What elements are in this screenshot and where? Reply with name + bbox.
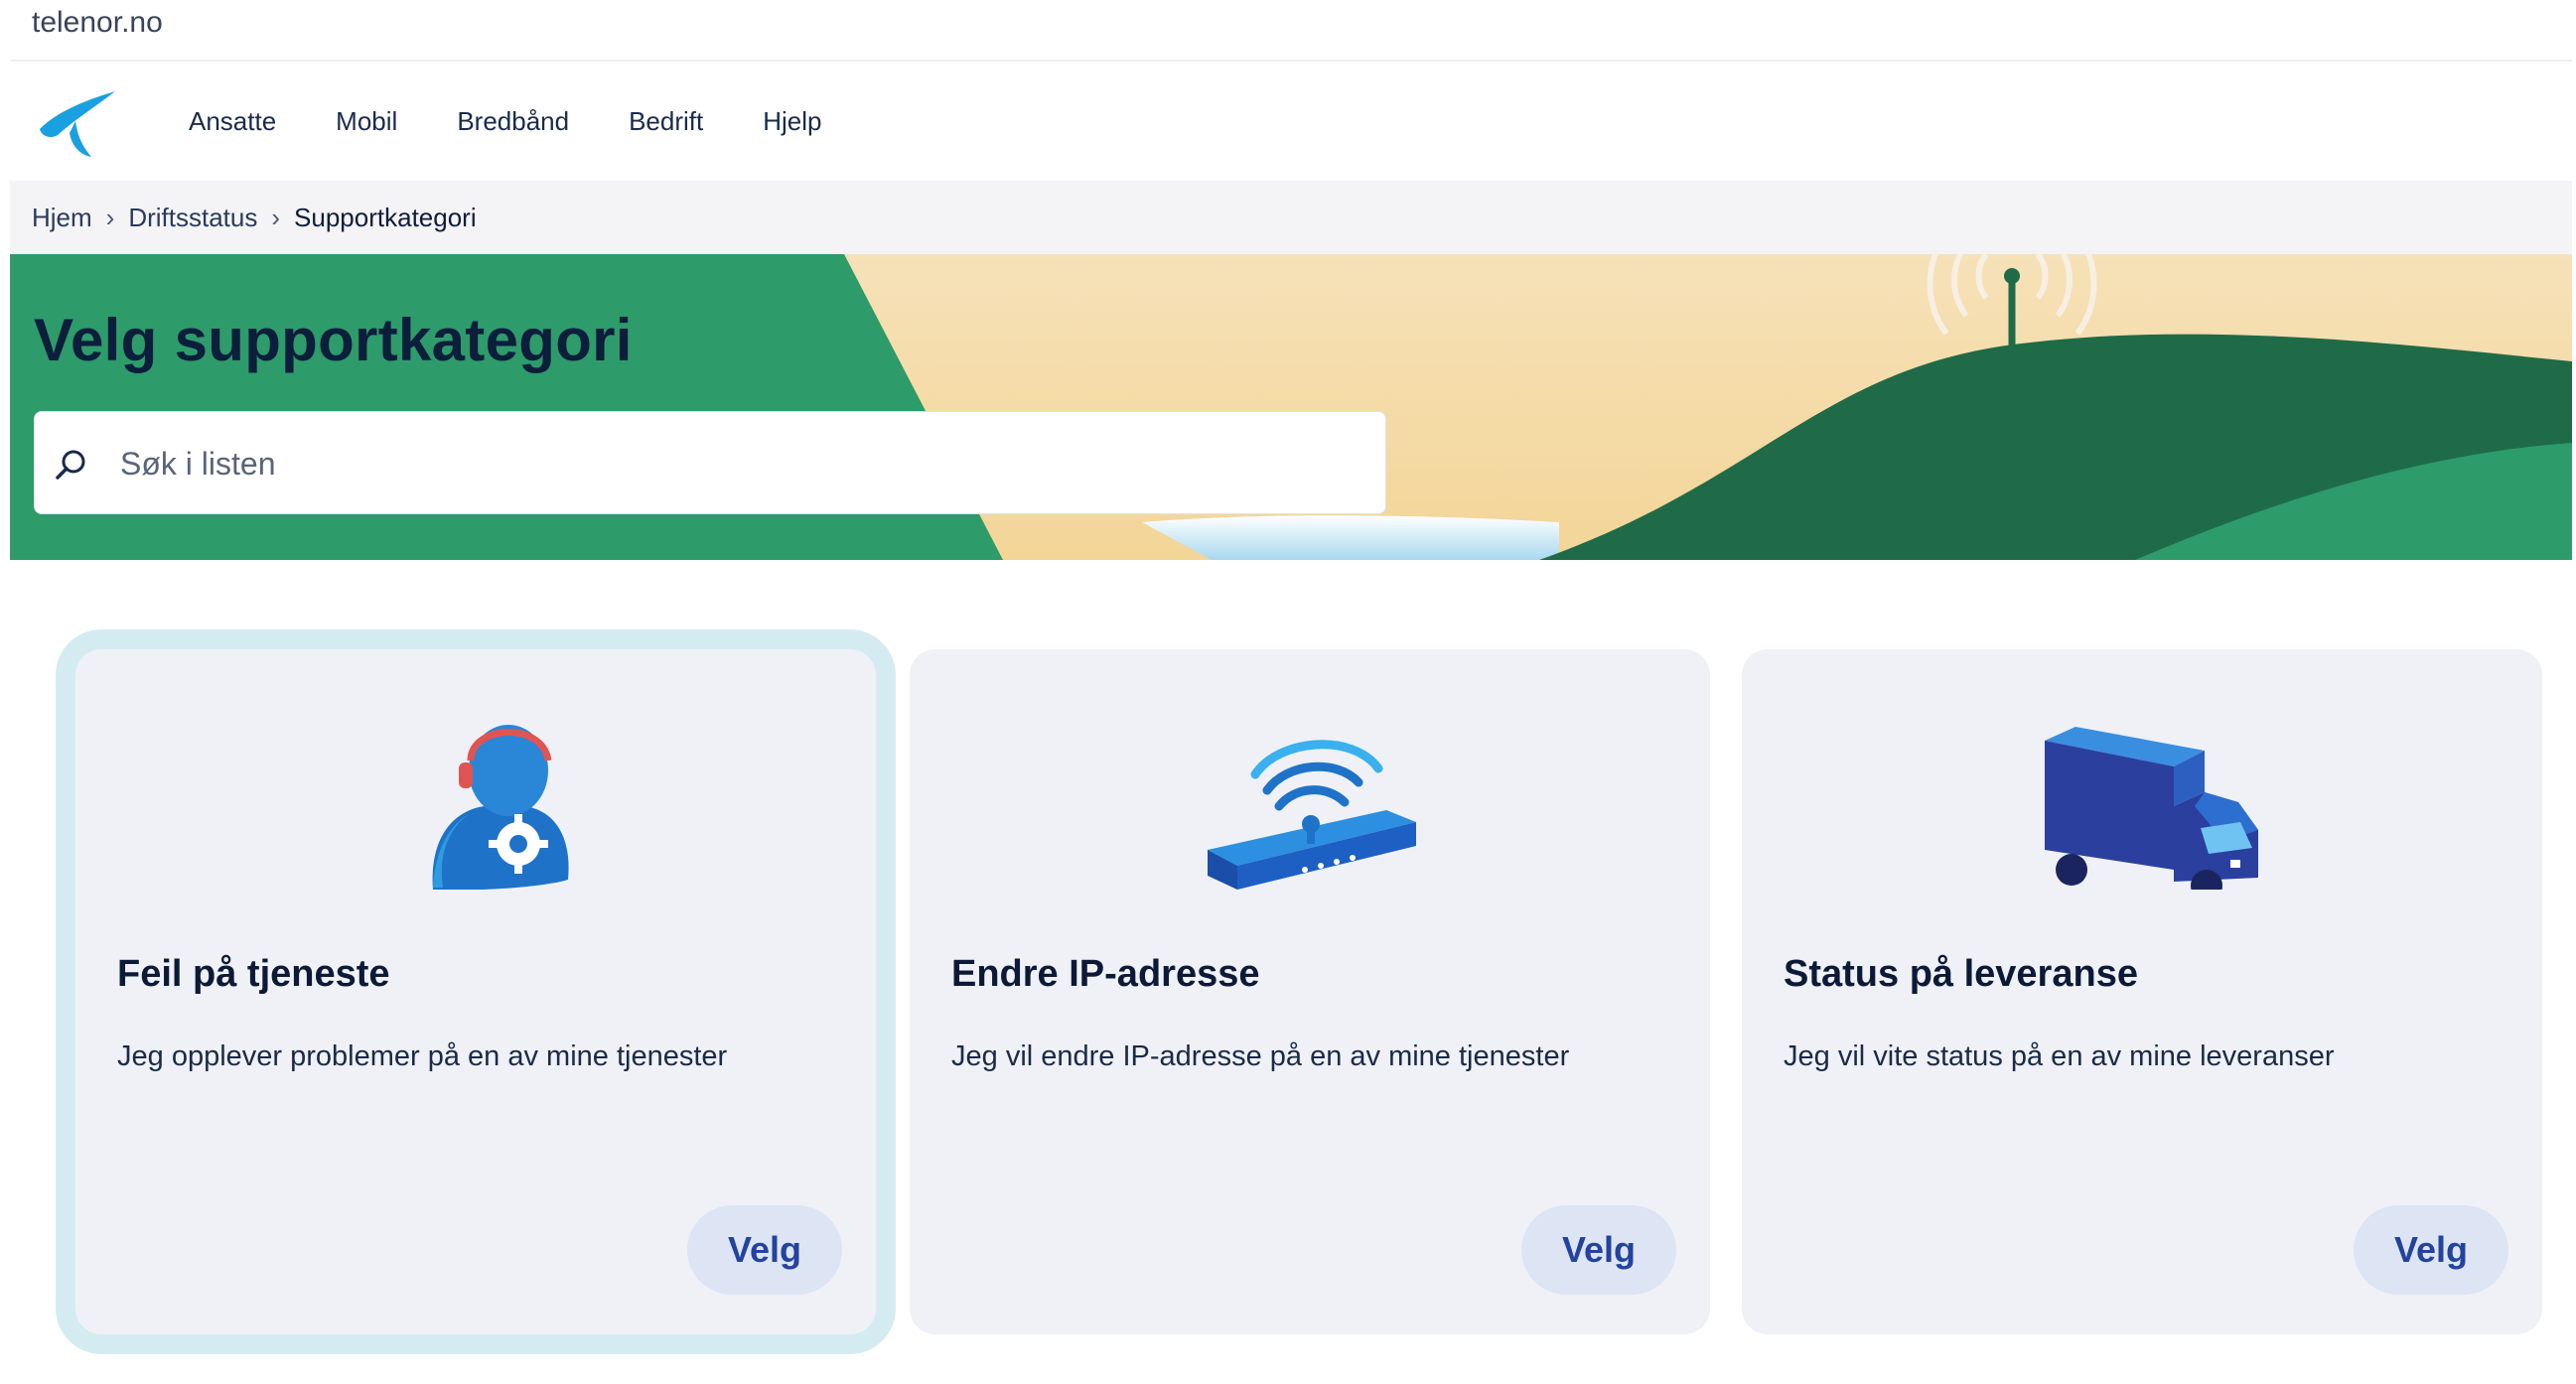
velg-button[interactable]: Velg bbox=[687, 1205, 842, 1295]
address-bar[interactable]: telenor.no bbox=[10, 0, 2572, 62]
nav-item-bredband[interactable]: Bredbånd bbox=[457, 106, 569, 137]
router-wifi-icon bbox=[1208, 740, 1416, 890]
chevron-right-icon: › bbox=[271, 202, 281, 232]
chevron-right-icon: › bbox=[105, 202, 115, 232]
nav-item-bedrift[interactable]: Bedrift bbox=[629, 106, 703, 137]
category-cards: Feil på tjeneste Jeg opplever problemer … bbox=[0, 596, 2576, 1370]
nav-item-mobil[interactable]: Mobil bbox=[336, 106, 397, 137]
url-text: telenor.no bbox=[32, 6, 163, 39]
support-agent-icon bbox=[432, 725, 569, 890]
breadcrumb-item-current: Supportkategori bbox=[294, 202, 477, 232]
delivery-truck-icon bbox=[2045, 727, 2258, 890]
breadcrumb-item-driftsstatus[interactable]: Driftsstatus bbox=[128, 203, 257, 233]
card-description: Jeg vil endre IP-adresse på en av mine t… bbox=[951, 1040, 1570, 1072]
main-nav: Ansatte Mobil Bredbånd Bedrift Hjelp bbox=[189, 62, 881, 181]
card-description: Jeg opplever problemer på en av mine tje… bbox=[117, 1040, 728, 1072]
card-status-pa-leveranse[interactable]: Status på leveranse Jeg vil vite status … bbox=[1742, 649, 2542, 1334]
nav-item-ansatte[interactable]: Ansatte bbox=[189, 106, 276, 137]
telenor-logo-icon[interactable] bbox=[36, 83, 121, 159]
velg-button[interactable]: Velg bbox=[1521, 1205, 1676, 1295]
card-title: Status på leveranse bbox=[1784, 953, 2138, 995]
card-endre-ip-adresse[interactable]: Endre IP-adresse Jeg vil endre IP-adress… bbox=[910, 649, 1710, 1334]
page-title: Velg supportkategori bbox=[34, 307, 633, 373]
breadcrumb: Hjem › Driftsstatus › Supportkategori bbox=[10, 181, 2572, 254]
card-title: Endre IP-adresse bbox=[951, 953, 1260, 995]
card-description: Jeg vil vite status på en av mine levera… bbox=[1784, 1040, 2335, 1072]
search-icon bbox=[56, 450, 85, 480]
velg-button[interactable]: Velg bbox=[2354, 1205, 2508, 1295]
search-box bbox=[34, 411, 1386, 514]
top-navigation: Ansatte Mobil Bredbånd Bedrift Hjelp bbox=[10, 62, 2572, 181]
card-feil-pa-tjeneste[interactable]: Feil på tjeneste Jeg opplever problemer … bbox=[75, 649, 876, 1334]
nav-item-hjelp[interactable]: Hjelp bbox=[763, 106, 821, 137]
breadcrumb-item-hjem[interactable]: Hjem bbox=[32, 203, 92, 233]
page: telenor.no Ansatte Mobil Bredbånd Bedrif… bbox=[0, 0, 2576, 1384]
hero-banner: Velg supportkategori bbox=[10, 254, 2572, 560]
search-input[interactable] bbox=[120, 432, 1312, 495]
card-title: Feil på tjeneste bbox=[117, 953, 390, 995]
